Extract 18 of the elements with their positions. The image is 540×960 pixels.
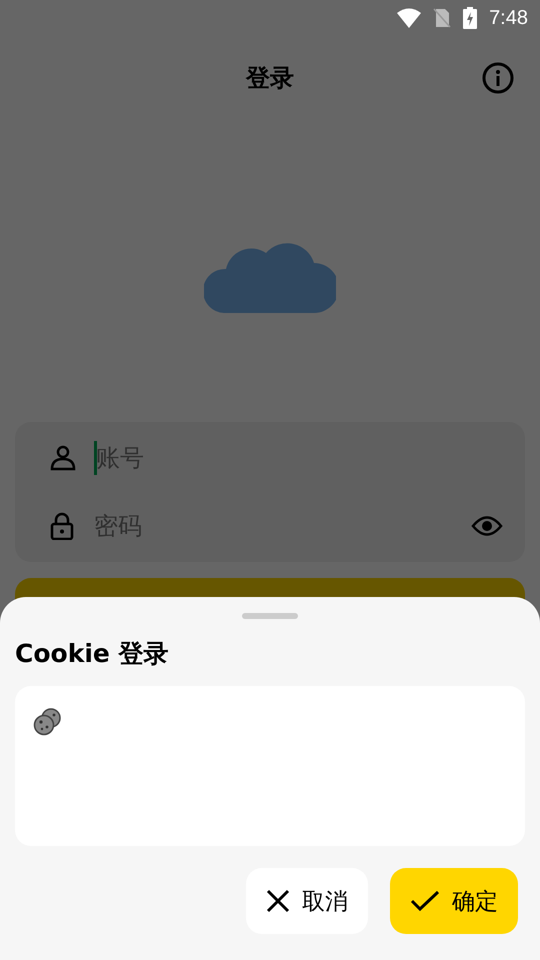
no-sim-icon	[433, 8, 452, 28]
confirm-button[interactable]: 确定	[390, 868, 518, 934]
cookie-input-field[interactable]	[15, 686, 525, 846]
cookie-icon	[33, 708, 61, 736]
wifi-icon	[397, 8, 422, 28]
lock-icon	[50, 512, 74, 540]
cancel-button[interactable]: 取消	[246, 868, 368, 934]
status-time: 7:48	[489, 6, 528, 30]
person-icon	[50, 445, 76, 471]
page-title: 登录	[246, 63, 294, 94]
text-cursor	[94, 441, 97, 475]
close-icon	[266, 889, 290, 913]
info-icon[interactable]	[482, 62, 514, 94]
battery-charging-icon	[463, 7, 478, 29]
drag-handle[interactable]	[242, 613, 298, 619]
eye-icon[interactable]	[471, 515, 503, 537]
check-icon	[410, 890, 440, 912]
sheet-title: Cookie 登录	[15, 638, 170, 670]
